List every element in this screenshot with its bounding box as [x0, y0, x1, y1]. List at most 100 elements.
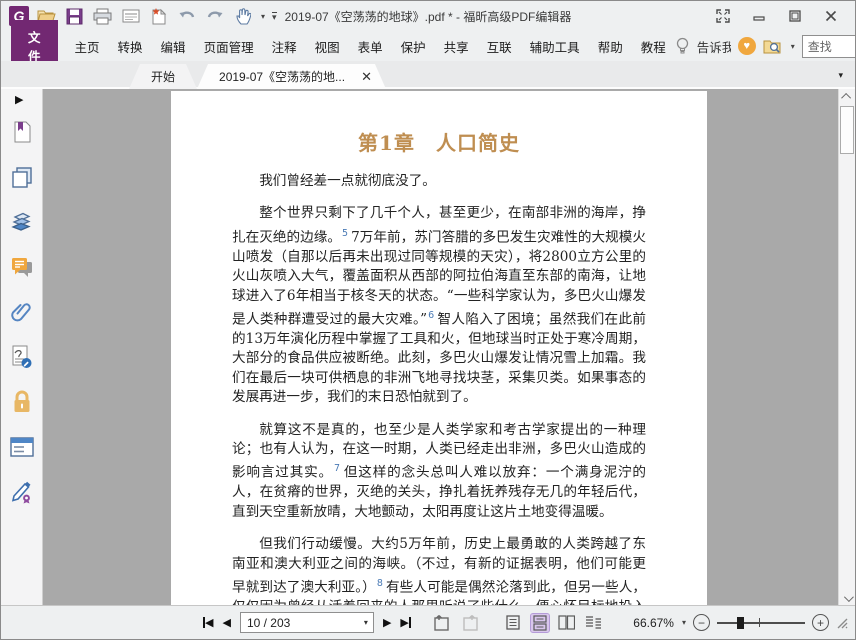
sign-pen-icon	[11, 481, 30, 504]
pages-icon	[11, 167, 32, 188]
menu-item-帮助[interactable]: 帮助	[589, 37, 632, 56]
minimize-icon	[753, 16, 765, 21]
tab-document[interactable]: 2019-07《空荡荡的地... ✕	[197, 64, 386, 89]
foxit-pdf-editor-window: G ▾ ▾ 2019-07《空荡荡的地球》.pdf * - 福昕高级PDF编辑器…	[0, 0, 856, 640]
document-canvas[interactable]: 第1章 人口简史 我们曾经差一点就彻底没了。 整个世界只剩下了几千个人，甚至更少，…	[43, 89, 838, 606]
chapter-title: 第1章 人口简史	[358, 131, 520, 155]
tell-me-label[interactable]: 告诉我	[697, 37, 731, 56]
footnote-reference[interactable]: 6	[428, 310, 434, 321]
customize-quick-access-button[interactable]: ▾	[272, 11, 277, 21]
zoom-slider-thumb[interactable]	[737, 616, 744, 629]
menu-item-互联[interactable]: 互联	[478, 37, 521, 56]
zoom-slider-track	[717, 622, 805, 624]
digital-signatures-panel-button[interactable]	[10, 345, 34, 369]
menu-item-共享[interactable]: 共享	[435, 37, 478, 56]
menu-right-controls: 告诉我 ♥ ▾ 查找	[675, 33, 855, 59]
scroll-down-button[interactable]	[839, 591, 855, 606]
layers-panel-button[interactable]	[10, 210, 34, 234]
last-page-button[interactable]: ▶	[400, 616, 411, 629]
pdf-page: 第1章 人口简史 我们曾经差一点就彻底没了。 整个世界只剩下了几千个人，甚至更少，…	[171, 91, 707, 606]
zoom-slider-tick	[759, 618, 761, 627]
facing-view-button[interactable]	[558, 614, 576, 632]
menu-item-视图[interactable]: 视图	[306, 37, 349, 56]
continuous-facing-view-button[interactable]	[585, 614, 603, 632]
menu-item-编辑[interactable]: 编辑	[152, 37, 195, 56]
navigation-panel: ▶	[1, 89, 43, 606]
undo-button[interactable]	[176, 6, 197, 27]
save-icon	[66, 8, 83, 24]
digital-signature-icon	[12, 345, 31, 368]
menu-item-表单[interactable]: 表单	[349, 37, 392, 56]
print-button[interactable]	[92, 6, 113, 27]
sign-panel-button[interactable]	[10, 480, 34, 504]
heart-feedback-icon[interactable]: ♥	[737, 37, 756, 55]
pages-panel-button[interactable]	[10, 165, 34, 189]
email-icon	[122, 9, 139, 23]
footnote-reference[interactable]: 8	[377, 578, 383, 589]
hand-tool-button[interactable]	[232, 6, 253, 27]
status-bar: ◀ ◀ 10 / 203 ▾ ▶ ▶ 66.67% ▾ − +	[1, 605, 855, 639]
security-panel-button[interactable]	[10, 390, 34, 414]
lightbulb-icon[interactable]	[675, 37, 690, 55]
tab-start[interactable]: 开始	[129, 64, 197, 89]
minimize-button[interactable]	[741, 3, 777, 29]
first-page-button[interactable]: ◀	[203, 616, 213, 629]
previous-page-button[interactable]: ◀	[222, 616, 230, 629]
zoom-out-button[interactable]: −	[693, 614, 710, 631]
single-page-view-button[interactable]	[504, 614, 522, 632]
layout-toggle-button[interactable]	[705, 3, 741, 29]
menu-item-主页[interactable]: 主页	[66, 37, 109, 56]
zoom-slider[interactable]	[717, 616, 805, 630]
scroll-up-button[interactable]	[839, 89, 855, 104]
footnote-reference[interactable]: 7	[334, 463, 340, 474]
zoom-dropdown[interactable]: ▾	[682, 618, 686, 627]
folder-search-dropdown[interactable]: ▾	[791, 42, 795, 51]
tab-overflow-dropdown[interactable]: ▾	[838, 70, 843, 81]
resize-grip-icon[interactable]	[836, 617, 848, 629]
bookmarks-panel-button[interactable]	[10, 120, 34, 144]
menu-item-辅助工具[interactable]: 辅助工具	[521, 37, 589, 56]
footnote-reference[interactable]: 5	[342, 228, 348, 239]
next-view-button[interactable]	[460, 614, 480, 632]
menu-item-教程[interactable]: 教程	[632, 37, 675, 56]
menu-item-保护[interactable]: 保护	[392, 37, 435, 56]
expand-panel-icon[interactable]: ▶	[15, 93, 23, 106]
menu-item-页面管理[interactable]: 页面管理	[195, 37, 263, 56]
paragraph: 就算这不是真的，也至少是人类学家和考古学家提出的一种理论；也有人认为，在这一时期…	[232, 421, 647, 520]
continuous-view-button[interactable]	[529, 612, 550, 633]
folder-search-icon[interactable]	[763, 38, 783, 55]
page-number-field[interactable]: 10 / 203 ▾	[239, 612, 374, 633]
hand-tool-dropdown[interactable]: ▾	[261, 12, 265, 21]
email-button[interactable]	[120, 6, 141, 27]
page-combo-dropdown[interactable]: ▾	[364, 618, 373, 627]
paragraph: 整个世界只剩下了几千个人，甚至更少，在南部非洲的海岸，挣扎在灭绝的边缘。5 7万年…	[232, 205, 646, 406]
vertical-scrollbar[interactable]	[838, 89, 855, 606]
menu-item-注释[interactable]: 注释	[263, 37, 306, 56]
hand-tool-icon	[235, 7, 251, 25]
search-input[interactable]: 查找	[801, 34, 855, 58]
save-button[interactable]	[64, 6, 85, 27]
redo-button[interactable]	[204, 6, 225, 27]
redo-icon	[207, 11, 222, 18]
window-controls	[705, 3, 849, 29]
tab-close-icon[interactable]: ✕	[361, 69, 372, 85]
title-bar: G ▾ ▾ 2019-07《空荡荡的地球》.pdf * - 福昕高级PDF编辑器	[1, 1, 855, 31]
zoom-in-button[interactable]: +	[812, 614, 829, 631]
tab-document-label: 2019-07《空荡荡的地...	[219, 70, 346, 84]
zoom-level-value: 66.67%	[633, 615, 674, 630]
maximize-button[interactable]	[777, 3, 813, 29]
attachments-panel-button[interactable]	[10, 300, 34, 324]
zoom-controls: 66.67% ▾ − +	[633, 614, 855, 631]
next-page-button[interactable]: ▶	[383, 616, 391, 629]
expand-corners-icon	[716, 9, 730, 23]
create-pdf-button[interactable]	[148, 6, 169, 27]
menu-item-转换[interactable]: 转换	[109, 37, 152, 56]
new-document-star-icon	[152, 8, 167, 25]
comments-panel-button[interactable]	[10, 255, 34, 279]
previous-view-button[interactable]	[431, 614, 451, 632]
form-panel-icon	[9, 437, 34, 457]
scrollbar-thumb[interactable]	[840, 106, 854, 154]
form-fields-panel-button[interactable]	[9, 435, 34, 459]
close-button[interactable]	[813, 3, 849, 29]
comment-icon	[11, 258, 32, 277]
